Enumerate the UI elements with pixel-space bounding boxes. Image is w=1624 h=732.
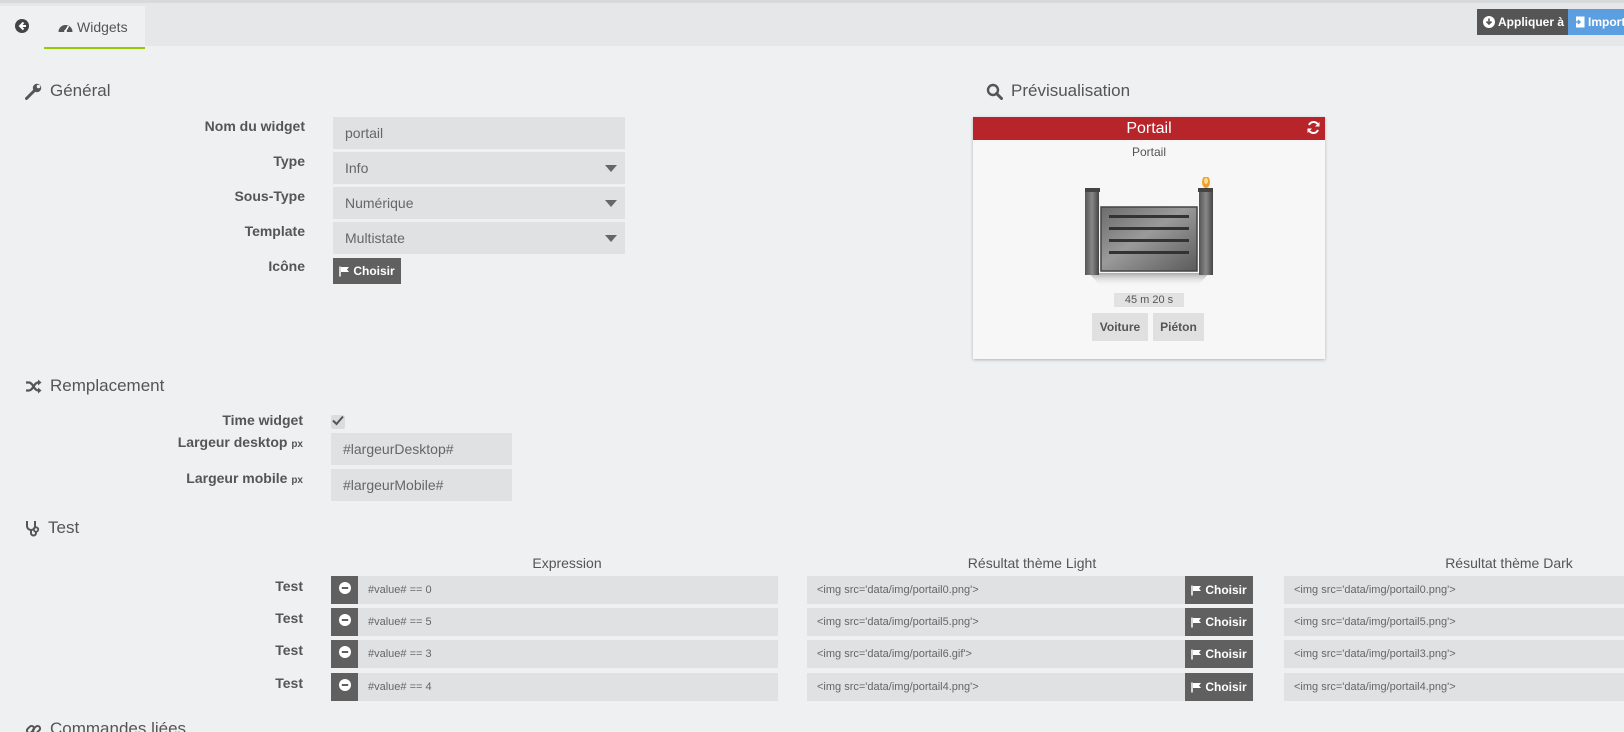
test-result-dark-input[interactable]: <img src='data/img/portail3.png'> (1284, 640, 1624, 668)
subtype-label: Sous-Type (234, 188, 305, 204)
download-icon (1483, 16, 1495, 28)
apply-to-label: Appliquer à (1498, 15, 1565, 29)
test-row-label: Test (275, 675, 303, 691)
desktop-width-input[interactable]: #largeurDesktop# (331, 433, 512, 465)
widget-preview: Portail Portail 45 m 20 s Voiture Piéton (973, 117, 1325, 359)
choose-light-button[interactable]: Choisir (1185, 640, 1253, 668)
test-result-dark-input[interactable]: <img src='data/img/portail4.png'> (1284, 673, 1624, 701)
chevron-down-icon (605, 235, 617, 242)
dashboard-icon (58, 21, 73, 33)
stethoscope-icon (25, 520, 40, 537)
test-row-label: Test (275, 578, 303, 594)
import-button[interactable]: Import (1568, 9, 1624, 35)
test-result-light-input[interactable]: <img src='data/img/portail4.png'> (807, 673, 1185, 701)
voiture-button[interactable]: Voiture (1092, 313, 1148, 341)
col-expression: Expression (532, 555, 602, 571)
remove-test-button[interactable] (331, 673, 358, 701)
chevron-down-icon (605, 165, 617, 172)
back-button[interactable] (0, 6, 44, 49)
section-general-title: Général (25, 81, 110, 101)
test-expression-input[interactable]: #value# == 3 (358, 640, 778, 668)
choose-icon-button[interactable]: Choisir (333, 258, 401, 284)
pieton-button[interactable]: Piéton (1153, 313, 1204, 341)
minus-icon (338, 581, 351, 599)
minus-icon (338, 613, 351, 631)
desktop-unit: px (291, 439, 303, 450)
time-widget-checkbox[interactable] (331, 415, 345, 429)
test-result-light-input[interactable]: <img src='data/img/portail0.png'> (807, 576, 1185, 604)
icon-label: Icône (268, 258, 305, 274)
test-result-light-input[interactable]: <img src='data/img/portail6.gif'> (807, 640, 1185, 668)
refresh-icon[interactable] (1306, 120, 1321, 135)
test-result-dark-input[interactable]: <img src='data/img/portail5.png'> (1284, 608, 1624, 636)
remove-test-button[interactable] (331, 608, 358, 636)
choose-light-button[interactable]: Choisir (1185, 576, 1253, 604)
test-expression-input[interactable]: #value# == 5 (358, 608, 778, 636)
choose-light-button[interactable]: Choisir (1185, 673, 1253, 701)
wrench-icon (25, 83, 42, 100)
time-widget-label: Time widget (222, 412, 303, 428)
section-replacement-title: Remplacement (25, 376, 164, 396)
tab-widgets[interactable]: Widgets (44, 6, 145, 49)
mobile-width-input[interactable]: #largeurMobile# (331, 469, 512, 501)
top-bar: Widgets Appliquer à Import (0, 0, 1624, 49)
back-arrow-icon (15, 19, 29, 36)
mobile-unit: px (291, 475, 303, 486)
type-select[interactable]: Info (333, 152, 625, 184)
col-result-light: Résultat thème Light (967, 555, 1097, 571)
section-test-title: Test (25, 518, 79, 538)
subtype-select[interactable]: Numérique (333, 187, 625, 219)
test-row-label: Test (275, 642, 303, 658)
choose-label: Choisir (1205, 615, 1247, 629)
section-linked-title: Commandes liées (25, 719, 186, 732)
test-result-dark-input[interactable]: <img src='data/img/portail0.png'> (1284, 576, 1624, 604)
remove-test-button[interactable] (331, 576, 358, 604)
widget-name-input[interactable]: portail (333, 117, 625, 149)
check-icon (332, 413, 344, 431)
section-preview-title: Prévisualisation (986, 81, 1130, 101)
gate-image[interactable] (1084, 176, 1214, 292)
minus-icon (338, 645, 351, 663)
test-expression-input[interactable]: #value# == 0 (358, 576, 778, 604)
flag-icon (1191, 649, 1202, 660)
widget-name-label: Nom du widget (204, 118, 305, 134)
shuffle-icon (25, 379, 42, 394)
import-label: Import (1588, 15, 1624, 29)
choose-label: Choisir (1205, 647, 1247, 661)
template-label: Template (244, 223, 305, 239)
test-expression-input[interactable]: #value# == 4 (358, 673, 778, 701)
remove-test-button[interactable] (331, 640, 358, 668)
mobile-width-label: Largeur mobile px (186, 470, 303, 486)
choose-light-button[interactable]: Choisir (1185, 608, 1253, 636)
preview-timer: 45 m 20 s (1114, 293, 1184, 307)
search-icon (986, 83, 1003, 100)
apply-to-button[interactable]: Appliquer à (1477, 9, 1568, 35)
preview-header: Portail (973, 117, 1325, 140)
link-icon (25, 721, 42, 732)
flag-icon (339, 266, 350, 277)
test-row-label: Test (275, 610, 303, 626)
tab-widgets-label: Widgets (77, 18, 128, 35)
template-select[interactable]: Multistate (333, 222, 625, 254)
flag-icon (1191, 682, 1202, 693)
test-result-light-input[interactable]: <img src='data/img/portail5.png'> (807, 608, 1185, 636)
import-icon (1574, 16, 1585, 28)
flag-icon (1191, 585, 1202, 596)
preview-name: Portail (1131, 145, 1166, 159)
minus-icon (338, 678, 351, 696)
col-result-dark: Résultat thème Dark (1445, 555, 1573, 571)
flag-icon (1191, 617, 1202, 628)
choose-label: Choisir (1205, 583, 1247, 597)
chevron-down-icon (605, 200, 617, 207)
desktop-width-label: Largeur desktop px (177, 434, 303, 450)
choose-label: Choisir (1205, 680, 1247, 694)
type-label: Type (273, 153, 305, 169)
